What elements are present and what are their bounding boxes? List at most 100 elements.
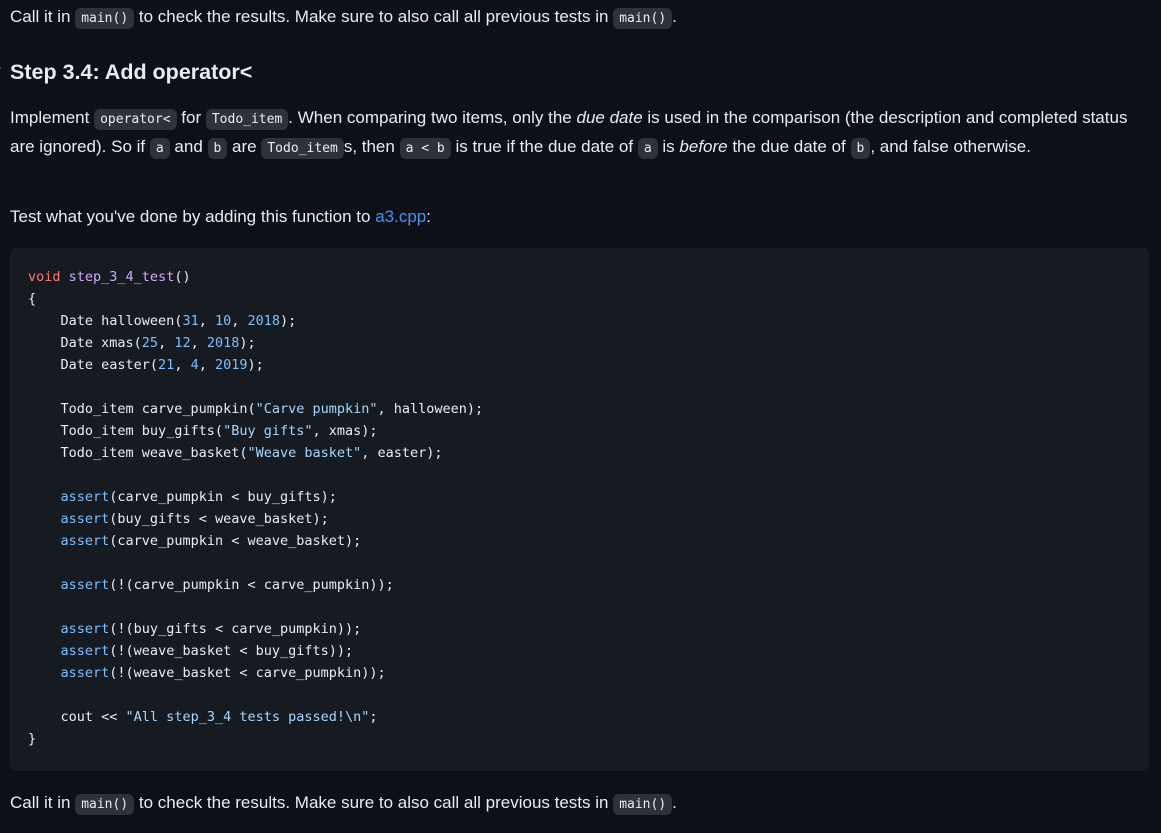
function-name-token: step_3_4_test (68, 269, 175, 285)
code-line: assert(!(buy_gifts < carve_pumpkin)); (28, 618, 1149, 640)
code-text: cout << (28, 709, 126, 725)
paragraph-text: : (426, 207, 431, 226)
paragraph-text: is true if the due date of (450, 137, 638, 156)
code-line: assert(!(weave_basket < carve_pumpkin)); (28, 662, 1149, 684)
code-text: ; (369, 709, 378, 725)
code-line: { (28, 291, 37, 307)
emphasis-due-date: due date (576, 108, 643, 127)
code-text: ); (247, 357, 264, 373)
code-line: Todo_item carve_pumpkin("Carve pumpkin",… (28, 398, 1149, 420)
inline-code-todo-item: Todo_item (261, 138, 344, 159)
assert-token: assert (60, 665, 110, 681)
inline-code-a: a (637, 138, 658, 159)
paragraph-text: s, then (343, 137, 400, 156)
code-text: (!(weave_basket < carve_pumpkin)); (109, 665, 386, 681)
code-text: (!(buy_gifts < carve_pumpkin)); (109, 621, 362, 637)
code-line: assert(carve_pumpkin < weave_basket); (28, 530, 1149, 552)
code-line: } (28, 731, 37, 747)
paragraph-text: Call it in (10, 793, 76, 812)
code-content: void step_3_4_test() { Date halloween(31,… (28, 266, 1149, 750)
emphasis-before: before (679, 137, 728, 156)
keyword-token: void (28, 269, 61, 285)
number-token: 2019 (214, 357, 248, 373)
paragraph-text: and (169, 137, 208, 156)
code-text: (carve_pumpkin < weave_basket); (109, 533, 362, 549)
paragraph-text: Test what you've done by adding this fun… (10, 207, 376, 226)
paragraph-text: to check the results. Make sure to also … (134, 793, 614, 812)
inline-code-main: main() (75, 8, 135, 29)
paragraph-text: to check the results. Make sure to also … (134, 7, 614, 26)
code-text: Date xmas( (28, 335, 142, 351)
assert-token: assert (60, 511, 110, 527)
paragraph-text: Call it in (10, 7, 76, 26)
string-token: "Weave basket" (247, 445, 362, 461)
code-text: , halloween); (377, 401, 484, 417)
inline-code-b: b (207, 138, 228, 159)
paragraph-text: . (672, 793, 677, 812)
code-text: , (231, 313, 248, 329)
inline-code-main: main() (613, 794, 673, 815)
code-line: Date xmas(25, 12, 2018); (28, 332, 1149, 354)
paragraph-text: for (176, 108, 206, 127)
code-line: Date halloween(31, 10, 2018); (28, 310, 1149, 332)
assert-token: assert (60, 577, 110, 593)
code-text: Todo_item carve_pumpkin( (28, 401, 256, 417)
inline-code-a-less-b: a < b (399, 138, 451, 159)
a3-cpp-link[interactable]: a3.cpp (375, 207, 426, 226)
code-text: , easter); (361, 445, 443, 461)
string-token: "Buy gifts" (223, 423, 313, 439)
number-token: 10 (214, 313, 232, 329)
code-text: , (174, 357, 191, 373)
inline-code-operator: operator< (94, 109, 177, 130)
code-text: ); (239, 335, 256, 351)
number-token: 31 (182, 313, 199, 329)
closing-paragraph: Call it in main() to check the results. … (10, 789, 1147, 818)
code-block[interactable]: void step_3_4_test() { Date halloween(31,… (10, 248, 1149, 771)
assert-token: assert (60, 621, 110, 637)
implementation-paragraph: Implement operator< for Todo_item. When … (10, 104, 1147, 162)
number-token: 21 (158, 357, 175, 373)
code-text: , (198, 313, 215, 329)
code-text: Date easter( (28, 357, 159, 373)
code-text: Date halloween( (28, 313, 183, 329)
code-text: (!(weave_basket < buy_gifts)); (109, 643, 354, 659)
number-token: 2018 (206, 335, 240, 351)
code-line: assert(!(carve_pumpkin < carve_pumpkin))… (28, 574, 1149, 596)
code-text: , (198, 357, 215, 373)
code-line: Todo_item weave_basket("Weave basket", e… (28, 442, 1149, 464)
code-text: Todo_item weave_basket( (28, 445, 248, 461)
code-text: (!(carve_pumpkin < carve_pumpkin)); (109, 577, 394, 593)
number-token: 25 (141, 335, 159, 351)
code-text: (buy_gifts < weave_basket); (109, 511, 329, 527)
code-line: assert(!(weave_basket < buy_gifts)); (28, 640, 1149, 662)
inline-code-b: b (850, 138, 871, 159)
paragraph-text: Implement (10, 108, 95, 127)
section-heading: Step 3.4: Add operator< (10, 60, 253, 84)
code-line: Todo_item buy_gifts("Buy gifts", xmas); (28, 420, 1149, 442)
intro-paragraph: Call it in main() to check the results. … (10, 3, 1147, 32)
code-text: ); (280, 313, 297, 329)
test-paragraph: Test what you've done by adding this fun… (10, 203, 1147, 230)
paragraph-text: the due date of (727, 137, 851, 156)
paragraph-text: are (227, 137, 262, 156)
paragraph-text: , and false otherwise. (870, 137, 1031, 156)
inline-code-todo-item: Todo_item (205, 109, 289, 130)
assert-token: assert (60, 489, 110, 505)
inline-code-main: main() (75, 794, 135, 815)
paragraph-text: . When comparing two items, only the (288, 108, 577, 127)
heading-anchor-link[interactable]: ? (0, 57, 1, 87)
inline-code-main: main() (613, 8, 673, 29)
string-token: "All step_3_4 tests passed!\n" (125, 709, 370, 725)
code-line: void step_3_4_test() (28, 266, 1149, 288)
number-token: 2018 (247, 313, 281, 329)
